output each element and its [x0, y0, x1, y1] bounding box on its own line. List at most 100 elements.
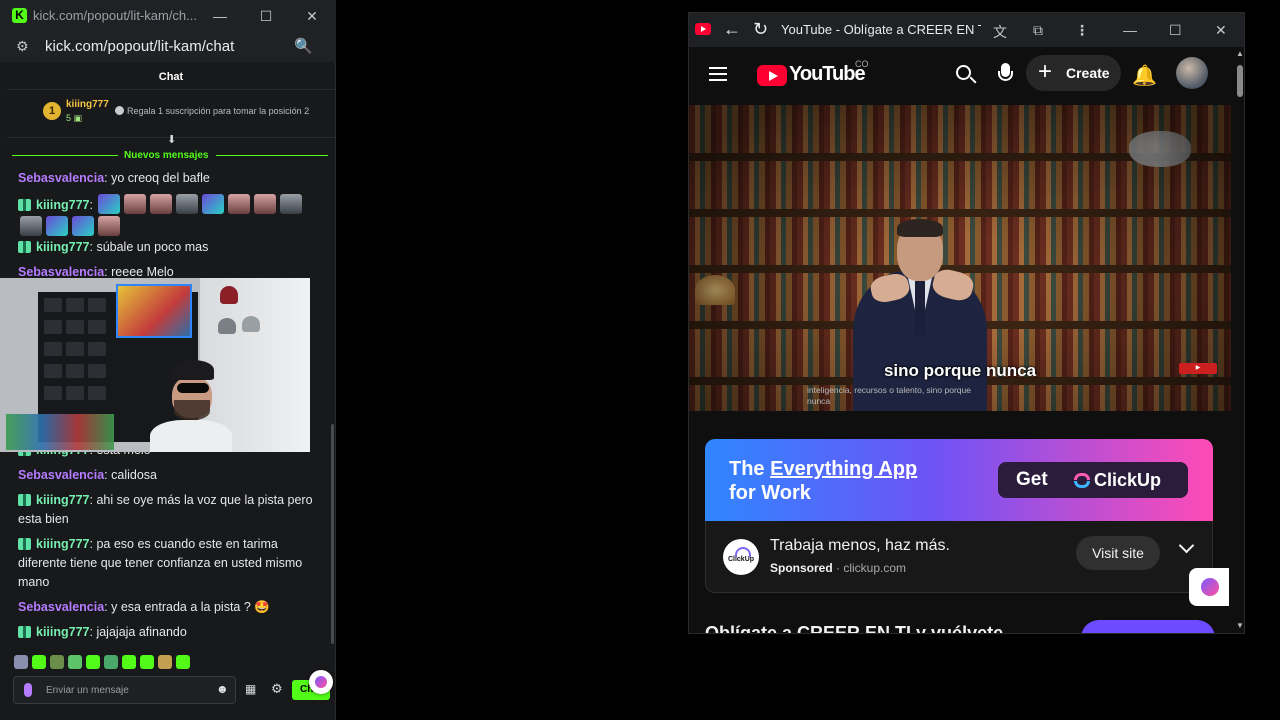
emote-icon[interactable]: [50, 655, 64, 669]
emote-icon[interactable]: [122, 655, 136, 669]
chat-input-box[interactable]: ☻: [13, 676, 236, 704]
advertiser-avatar[interactable]: ClickUp: [723, 539, 759, 575]
gift-badge-icon: [18, 494, 31, 506]
ad-domain[interactable]: · clickup.com: [836, 561, 906, 575]
assistant-bubble-icon[interactable]: [1189, 568, 1229, 606]
emote-icon[interactable]: [158, 655, 172, 669]
emote-icon[interactable]: [104, 655, 118, 669]
account-avatar[interactable]: [1176, 57, 1208, 89]
emote-icon[interactable]: [32, 655, 46, 669]
reload-icon[interactable]: ↻: [753, 19, 768, 40]
webcam-overlay[interactable]: [0, 278, 310, 452]
chevron-down-icon[interactable]: [1179, 540, 1195, 556]
video-title[interactable]: Oblígate a CREER EN TI y vuélvete: [705, 623, 1003, 633]
ad-banner[interactable]: The Everything App for Work Get ClickUp: [705, 439, 1213, 521]
chat-username[interactable]: kiiing777: [36, 198, 90, 212]
youtube-title-bar: ← ↻ YouTube - Oblígate a CREER EN TI... …: [689, 13, 1244, 47]
video-player[interactable]: sino porque nunca inteligencia, recursos…: [689, 105, 1231, 411]
chat-username[interactable]: Sebasvalencia: [18, 171, 104, 185]
emote-icon[interactable]: [14, 655, 28, 669]
extensions-icon[interactable]: ⧉: [1033, 22, 1043, 39]
streamer: [150, 348, 232, 452]
emote-icon[interactable]: [254, 194, 277, 214]
ad-meta: Sponsored · clickup.com: [770, 561, 906, 575]
emote-icon[interactable]: [98, 216, 120, 236]
menu-icon[interactable]: [709, 67, 727, 81]
chat-message-input[interactable]: [46, 682, 206, 698]
get-clickup-button[interactable]: Get ClickUp: [998, 462, 1188, 498]
youtube-logo-text[interactable]: YouTube: [789, 63, 866, 86]
pinned-username[interactable]: kiiing777: [66, 99, 109, 110]
emote-icon[interactable]: [150, 194, 173, 214]
video-subtitle: inteligencia, recursos o talento, sino p…: [807, 385, 971, 406]
assistant-bubble-icon[interactable]: [309, 670, 333, 694]
chat-username[interactable]: Sebasvalencia: [18, 468, 104, 482]
game-boxes: [6, 414, 114, 450]
emote-icon[interactable]: [20, 216, 42, 236]
emote-icon[interactable]: [176, 194, 199, 214]
scroll-to-bottom-icon[interactable]: ⬇: [167, 133, 176, 146]
chat-username[interactable]: kiiing777: [36, 625, 90, 639]
chat-username[interactable]: Sebasvalencia: [18, 265, 104, 279]
maximize-button[interactable]: ☐: [1169, 22, 1182, 39]
country-code: CO: [855, 59, 869, 69]
scrollbar-thumb[interactable]: [1237, 65, 1243, 97]
store-icon[interactable]: ▦: [245, 682, 256, 696]
emote-icon[interactable]: [176, 655, 190, 669]
translate-icon[interactable]: 文: [993, 22, 1007, 42]
create-button[interactable]: + Create: [1026, 55, 1121, 91]
hanging-cap: [220, 286, 238, 304]
chat-username[interactable]: kiiing777: [36, 537, 90, 551]
scroll-down-icon[interactable]: ▼: [1236, 621, 1244, 630]
ad-card[interactable]: ClickUp Trabaja menos, haz más. Sponsore…: [705, 521, 1213, 593]
emote-icon[interactable]: [72, 216, 94, 236]
site-settings-icon[interactable]: ⚙: [16, 38, 29, 55]
notifications-bell-icon[interactable]: 🔔: [1132, 63, 1157, 88]
chat-username[interactable]: kiiing777: [36, 240, 90, 254]
chat-message: kiiing777: pa eso es cuando este en tari…: [18, 537, 303, 589]
emote-icon[interactable]: [202, 194, 225, 214]
emote-icon[interactable]: [280, 194, 303, 214]
emote-icon[interactable]: [98, 194, 121, 214]
zoom-icon[interactable]: 🔍: [294, 37, 313, 55]
youtube-logo-icon[interactable]: [757, 65, 787, 86]
close-button[interactable]: ✕: [296, 0, 328, 32]
emote-icon[interactable]: [228, 194, 251, 214]
wall-poster: [116, 284, 192, 338]
youtube-header: YouTube CO + Create 🔔: [689, 51, 1237, 99]
chat-scrollbar[interactable]: [331, 424, 334, 644]
emoji-picker-icon[interactable]: ☻: [216, 682, 229, 696]
ad-headline-part: for Work: [729, 482, 811, 504]
back-arrow-icon[interactable]: ←: [723, 19, 741, 40]
maximize-button[interactable]: ☐: [250, 0, 282, 32]
chat-username[interactable]: kiiing777: [36, 493, 90, 507]
subscribe-button[interactable]: [1081, 620, 1215, 633]
minimize-button[interactable]: —: [1123, 22, 1137, 38]
emote-icon[interactable]: [124, 194, 147, 214]
subscribe-watermark-icon[interactable]: ▶: [1179, 363, 1217, 374]
more-options-icon[interactable]: ⋮: [1075, 22, 1089, 39]
clickup-logo-icon: [1073, 471, 1091, 489]
scroll-up-icon[interactable]: ▲: [1236, 49, 1244, 58]
minimize-button[interactable]: —: [204, 0, 236, 32]
emote-icon[interactable]: [68, 655, 82, 669]
chat-username[interactable]: Sebasvalencia: [18, 600, 104, 614]
emote-icon[interactable]: [46, 216, 68, 236]
ad-title[interactable]: Trabaja menos, haz más.: [770, 537, 950, 555]
pinned-leaderboard[interactable]: 1 kiiing777 5 ▣ Regala 1 suscripción par…: [7, 92, 335, 146]
kick-title-bar: K kick.com/popout/lit-kam/ch... — ☐ ✕: [0, 0, 336, 32]
visit-site-button[interactable]: Visit site: [1076, 536, 1160, 570]
address-url[interactable]: kick.com/popout/lit-kam/chat: [45, 38, 234, 55]
ad-headline-part: The: [729, 458, 765, 480]
page-scrollbar[interactable]: ▲ ▼: [1235, 47, 1244, 633]
chat-message: kiiing777: súbale un poco mas: [18, 238, 318, 257]
close-button[interactable]: ✕: [1215, 22, 1227, 39]
chat-text: jajajaja afinando: [96, 625, 187, 639]
emote-icon[interactable]: [86, 655, 100, 669]
search-icon[interactable]: [954, 63, 978, 87]
new-messages-label: Nuevos mensajes: [124, 150, 209, 161]
emote-icon[interactable]: [140, 655, 154, 669]
mic-icon[interactable]: [24, 683, 32, 697]
voice-search-icon[interactable]: [998, 63, 1013, 87]
chat-settings-icon[interactable]: ⚙: [271, 681, 283, 697]
